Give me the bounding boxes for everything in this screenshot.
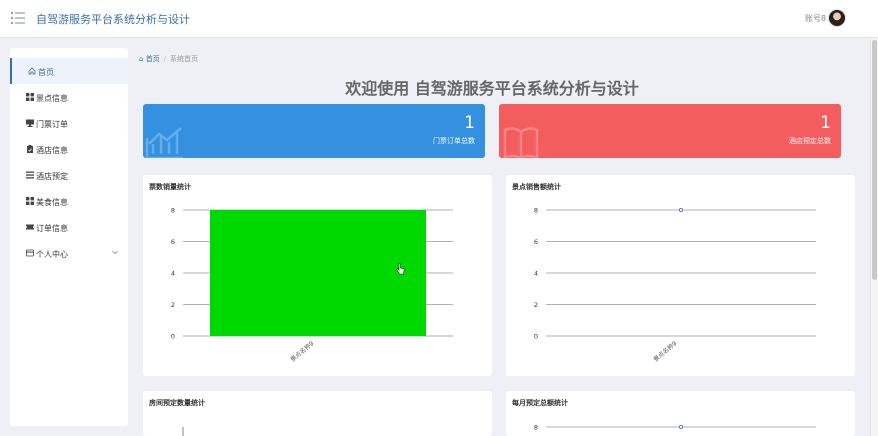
menu-icon[interactable] xyxy=(11,12,25,24)
sidebar-item-label: 个人中心 xyxy=(36,250,68,259)
book-icon xyxy=(503,127,539,158)
home-icon: ⌂ xyxy=(139,55,144,63)
room-booking-panel: 房间预定数量统计 xyxy=(143,391,492,436)
y-tick-label: 2 xyxy=(534,301,538,309)
sidebar-item-label: 门票订单 xyxy=(36,120,68,129)
breadcrumb-home[interactable]: 首页 xyxy=(146,55,160,63)
page-scrollbar[interactable] xyxy=(870,38,878,436)
x-tick-label: 景点名称9 xyxy=(289,339,316,363)
y-tick-label: 0 xyxy=(534,333,538,341)
y-tick-label: 6 xyxy=(171,238,175,246)
stat-label: 酒店预定总数 xyxy=(789,137,831,145)
scenic-revenue-chart: 0 2 4 6 8 景点名称9 xyxy=(534,207,816,363)
sidebar-item-home[interactable]: 首页 xyxy=(10,58,128,84)
scenic-revenue-panel: 0 2 4 6 8 景点名称9 景点销售额统计 xyxy=(506,175,855,376)
chevron-down-icon xyxy=(112,250,118,255)
y-tick-label: 8 xyxy=(171,207,175,215)
breadcrumb-current: 系统首页 xyxy=(170,55,199,63)
stat-value: 1 xyxy=(820,113,831,133)
sidebar-item-ticket-orders[interactable]: 门票订单 xyxy=(10,110,128,136)
sidebar-item-hotel-info[interactable]: 酒店信息 xyxy=(10,136,128,162)
grid-icon xyxy=(26,197,34,205)
data-point xyxy=(678,207,684,213)
stat-value: 1 xyxy=(464,113,475,133)
breadcrumb: ⌂ 首页 / 系统首页 xyxy=(139,54,198,64)
chart-icon xyxy=(145,127,183,158)
sidebar-item-label: 首页 xyxy=(38,68,54,77)
hotel-booking-total-card: 1 酒店预定总数 xyxy=(499,104,841,158)
page-title: 欢迎使用 自驾游服务平台系统分析与设计 xyxy=(345,79,639,98)
monthly-booking-panel: 8 每月预定总额统计 xyxy=(506,391,855,436)
clipboard-icon xyxy=(27,145,33,153)
sidebar: 首页 景点信息 门票订单 酒店信息 酒店预定 美食信息 订单信息 个人中心 xyxy=(10,48,128,426)
y-tick-label: 8 xyxy=(534,207,538,215)
panel-title: 票数销量统计 xyxy=(149,183,191,191)
x-tick-label: 景点名称9 xyxy=(652,339,679,363)
sidebar-item-label: 订单信息 xyxy=(36,224,68,233)
ticket-icon xyxy=(26,224,34,230)
y-tick-label: 4 xyxy=(171,270,175,278)
sidebar-item-label: 景点信息 xyxy=(36,94,68,103)
ticket-order-total-card: 1 门票订单总数 xyxy=(143,104,485,158)
breadcrumb-separator: / xyxy=(163,55,167,63)
sidebar-item-food-info[interactable]: 美食信息 xyxy=(10,188,128,214)
sidebar-item-scenic-info[interactable]: 景点信息 xyxy=(10,84,128,110)
y-tick-label: 0 xyxy=(171,333,175,341)
panel-title: 每月预定总额统计 xyxy=(512,399,568,407)
sidebar-item-order-info[interactable]: 订单信息 xyxy=(10,214,128,240)
app-title: 自驾游服务平台系统分析与设计 xyxy=(36,13,190,26)
scrollbar-thumb[interactable] xyxy=(872,40,877,280)
data-point xyxy=(678,424,684,430)
card-icon xyxy=(26,249,34,257)
user-name[interactable]: 账号8 xyxy=(805,13,826,24)
bar xyxy=(210,210,426,336)
y-tick-label: 2 xyxy=(171,301,175,309)
sidebar-item-personal-center[interactable]: 个人中心 xyxy=(10,240,128,266)
top-bar: 自驾游服务平台系统分析与设计 账号8 xyxy=(0,0,878,38)
stat-label: 门票订单总数 xyxy=(433,137,475,145)
sidebar-item-label: 美食信息 xyxy=(36,198,68,207)
ticket-sales-chart: 0 2 4 6 8 景点名称9 xyxy=(171,207,453,363)
sidebar-item-label: 酒店预定 xyxy=(36,172,68,181)
ticket-sales-panel: 0 2 4 6 8 景点名称9 票数销量统计 xyxy=(143,175,492,376)
list-icon xyxy=(26,171,34,179)
grid-icon xyxy=(26,93,34,101)
y-tick-label: 8 xyxy=(534,424,538,432)
avatar[interactable] xyxy=(828,9,846,27)
sidebar-item-hotel-booking[interactable]: 酒店预定 xyxy=(10,162,128,188)
mouse-cursor-icon xyxy=(396,263,405,275)
home-icon xyxy=(28,67,36,75)
y-tick-label: 4 xyxy=(534,270,538,278)
panel-title: 景点销售额统计 xyxy=(512,183,561,191)
sidebar-item-label: 酒店信息 xyxy=(36,146,68,155)
panel-title: 房间预定数量统计 xyxy=(149,399,205,407)
monitor-icon xyxy=(26,119,34,127)
y-tick-label: 6 xyxy=(534,238,538,246)
